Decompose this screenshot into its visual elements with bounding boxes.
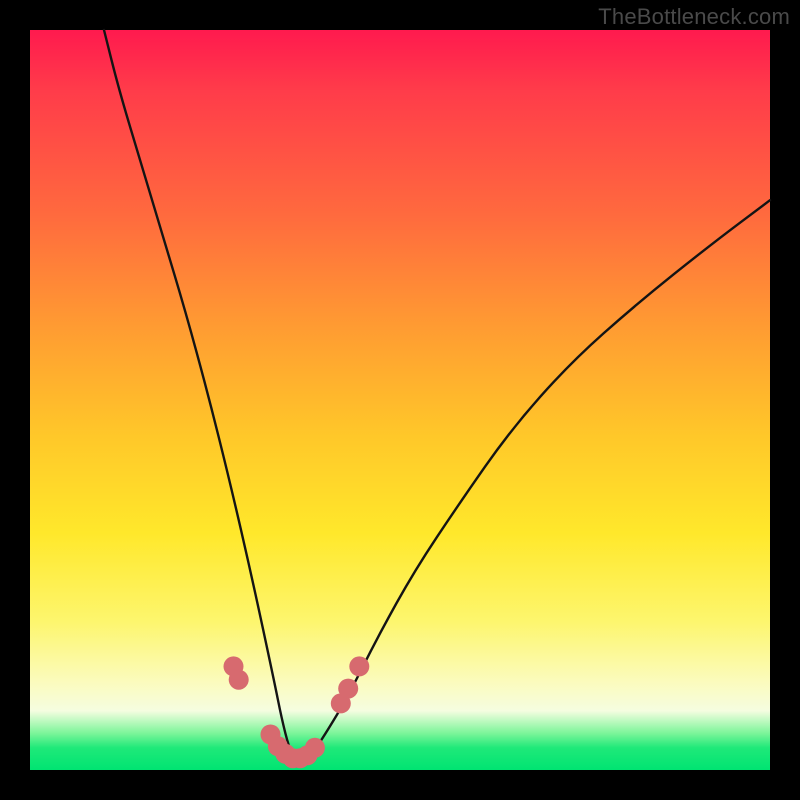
threshold-marker [349, 656, 369, 676]
threshold-marker [229, 670, 249, 690]
watermark-text: TheBottleneck.com [598, 4, 790, 30]
plot-area [30, 30, 770, 770]
bottleneck-curve-line [104, 30, 770, 763]
threshold-markers-group [224, 656, 370, 768]
threshold-marker [338, 679, 358, 699]
threshold-marker [305, 738, 325, 758]
outer-frame: TheBottleneck.com [0, 0, 800, 800]
chart-svg [30, 30, 770, 770]
